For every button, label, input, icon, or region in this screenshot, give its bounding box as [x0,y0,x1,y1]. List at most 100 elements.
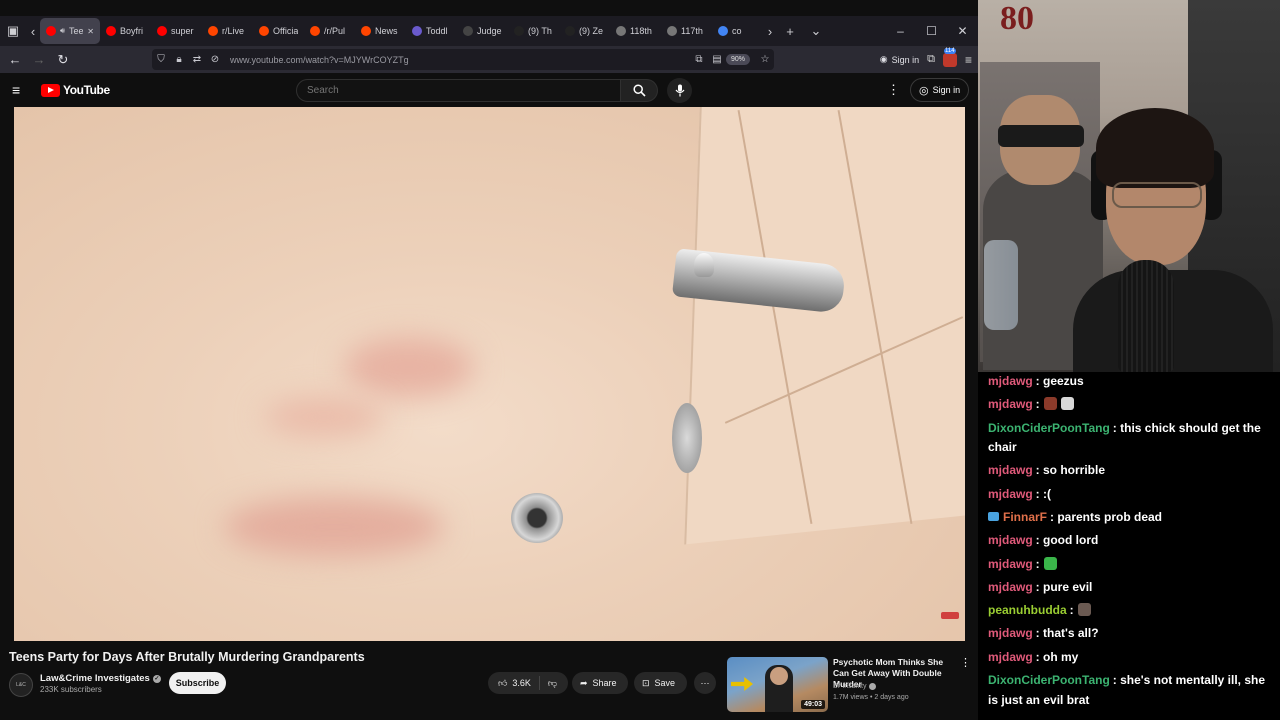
address-bar[interactable]: ⛉ 🔒︎ ⇄ ⊘ www.youtube.com/watch?v=MJYWrCO… [152,49,774,70]
account-sign-in-button[interactable]: ◉ Sign in [880,54,919,65]
voice-search-button[interactable] [667,78,692,103]
video-scene-overflow-plate [672,403,702,473]
channel-name-text: Law&Crime Investigates [40,673,150,684]
recommended-channel[interactable]: Dr Insanity [833,683,877,690]
lock-icon[interactable]: 🔒︎ [170,54,188,65]
chat-username[interactable]: mjdawg [988,463,1033,477]
chat-username[interactable]: DixonCiderPoonTang [988,421,1110,435]
shield-icon[interactable]: ⛉ [152,54,170,65]
adblock-count-badge: 114 [943,47,956,54]
video-player[interactable] [14,107,965,641]
video-scene-faucet-knob [694,253,714,277]
permissions-icon[interactable]: ⇄ [188,54,206,65]
chat-username[interactable]: mjdawg [988,580,1033,594]
new-tab-icon[interactable]: + [777,16,803,46]
app-menu-icon[interactable]: ≡ [965,53,972,67]
channel-avatar[interactable]: L&C [9,673,33,697]
browser-tab[interactable]: (9) Ze [559,18,610,44]
video-scene-tile-wall [684,107,965,545]
browser-tab[interactable]: /r/Pul [304,18,355,44]
chat-username[interactable]: mjdawg [988,626,1033,640]
reload-icon[interactable]: ↻ [51,46,75,73]
video-duration: 49:03 [801,700,825,709]
tab-audio-icon[interactable]: 🔊︎ [60,26,65,36]
tab-favicon-icon [157,26,167,36]
search-box [296,79,621,102]
browser-tab[interactable]: Toddl [406,18,457,44]
channel-name[interactable]: Law&Crime Investigates ✓ [40,673,161,684]
dislike-button[interactable]: 👎︎ [540,678,557,689]
share-button[interactable]: ➦ Share [572,672,628,694]
browser-tab[interactable]: r/Live [202,18,253,44]
background-sign: 80 [1000,0,1034,37]
browser-tab[interactable]: Judge [457,18,508,44]
search-input[interactable] [297,80,620,101]
tab-close-icon[interactable]: ✕ [87,27,94,36]
chat-username[interactable]: mjdawg [988,650,1033,664]
thumbnail-face [770,667,788,685]
minimize-icon[interactable]: – [885,24,916,38]
extensions-icon[interactable]: ⧉ [927,53,935,66]
subscribe-button[interactable]: Subscribe [169,672,226,694]
recommended-menu-icon[interactable]: ⋮ [960,656,971,669]
url-text[interactable]: www.youtube.com/watch?v=MJYWrCOYZTg [230,55,690,65]
subscriber-count: 233K subscribers [40,685,102,694]
youtube-logo[interactable]: YouTube [41,83,110,97]
browser-window: ▣ ‹ 🔊︎ Tee ✕ Boyfri super r/Live Officia/r/Pul… [0,0,978,720]
more-actions-button[interactable]: ⋯ [694,672,716,694]
tab-overview-icon[interactable]: ▣ [0,16,26,46]
chat-username[interactable]: mjdawg [988,533,1033,547]
chat-username[interactable]: DixonCiderPoonTang [988,673,1110,687]
chat-username[interactable]: mjdawg [988,487,1033,501]
hamburger-menu-icon[interactable]: ≡ [12,82,20,98]
reader-view-icon[interactable]: ▤ [708,54,726,65]
browser-tab[interactable]: co [712,18,763,44]
chat-username[interactable]: mjdawg [988,397,1033,411]
browser-tab[interactable]: Boyfri [100,18,151,44]
chat-message: mjdawg: :( [988,485,1272,505]
picture-in-picture-icon[interactable]: ⧉ [690,54,708,65]
browser-tab[interactable]: 118th [610,18,661,44]
browser-tab[interactable]: 🔊︎ Tee ✕ [40,18,100,44]
youtube-sign-in-button[interactable]: ◎ Sign in [910,78,970,102]
browser-tab[interactable]: super [151,18,202,44]
chat-username[interactable]: peanuhbudda [988,603,1067,617]
search-button[interactable] [620,79,658,102]
recommended-video-thumbnail[interactable]: 49:03 [727,657,828,712]
settings-menu-icon[interactable]: ⋮ [887,82,900,98]
tabs-scroll-right-icon[interactable]: › [763,16,777,46]
chat-username[interactable]: FinnarF [1003,510,1047,524]
background-person-sunglasses [998,125,1084,147]
video-scene-stain [344,337,474,397]
browser-tab[interactable]: 117th [661,18,712,44]
tab-list-icon[interactable]: ⌄ [803,16,829,46]
adblock-extension-icon[interactable]: 114 [942,47,957,67]
chat-message: mjdawg: good lord [988,531,1272,551]
browser-tab[interactable]: (9) Th [508,18,559,44]
chat-message: mjdawg: oh my [988,648,1272,668]
zoom-level[interactable]: 90% [725,54,750,65]
maximize-icon[interactable]: ☐ [916,24,947,38]
chat-username[interactable]: mjdawg [988,557,1033,571]
recommended-channel-name: Dr Insanity [833,683,867,690]
chat-text: : so horrible [1035,463,1106,478]
toolbar-right: ◉ Sign in ⧉ 114 ≡ [880,46,978,73]
chat-message: DixonCiderPoonTang: this chick should ge… [988,419,1272,458]
tabs-container: 🔊︎ Tee ✕ Boyfri super r/Live Officia/r/Pul News… [40,18,763,44]
forward-icon[interactable]: → [27,46,51,73]
browser-tab[interactable]: Officia [253,18,304,44]
chat-message: mjdawg: so horrible [988,461,1272,481]
bookmark-star-icon[interactable]: ☆ [756,54,774,65]
verified-check-icon: ✓ [152,674,161,683]
save-button[interactable]: ⊡ Save [634,672,687,694]
browser-tab[interactable]: News [355,18,406,44]
video-title: Teens Party for Days After Brutally Murd… [9,650,365,664]
chat-text: : [1035,556,1040,571]
autoplay-blocked-icon[interactable]: ⊘ [206,54,224,65]
tabs-scroll-left-icon[interactable]: ‹ [26,16,40,46]
close-window-icon[interactable]: ✕ [947,24,978,38]
like-button[interactable]: 👍︎ 3.6K [488,676,540,690]
back-icon[interactable]: ← [3,46,27,73]
navigation-bar: ← → ↻ ⛉ 🔒︎ ⇄ ⊘ www.youtube.com/watch?v=M… [0,46,978,73]
chat-username[interactable]: mjdawg [988,374,1033,388]
